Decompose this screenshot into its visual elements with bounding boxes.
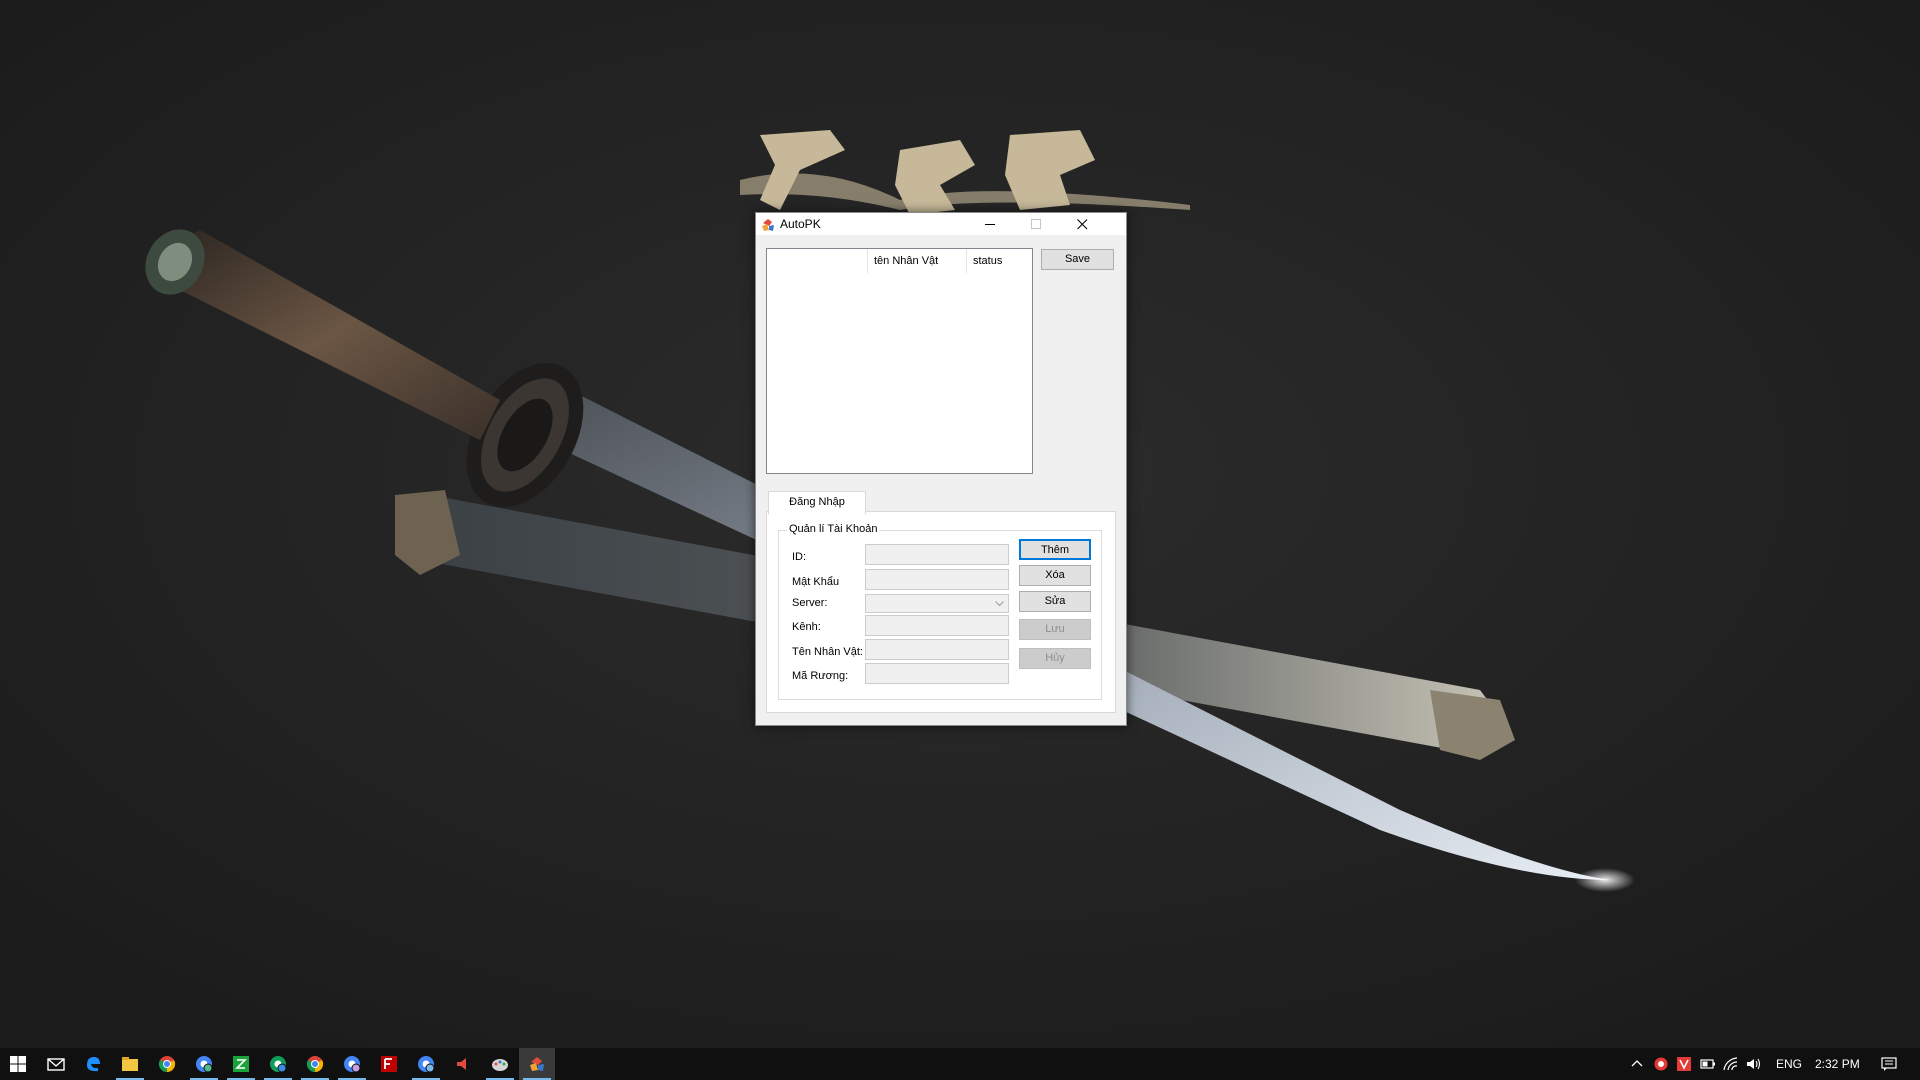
file-explorer-icon — [122, 1057, 138, 1071]
column-header-character-name[interactable]: tên Nhân Vật — [868, 249, 967, 273]
edit-button[interactable]: Sửa — [1019, 591, 1091, 612]
character-list[interactable]: tên Nhân Vật status — [766, 248, 1033, 474]
chevron-down-icon — [995, 601, 1004, 607]
character-name-label: Tên Nhân Vật: — [792, 646, 863, 658]
action-center-icon — [1881, 1057, 1897, 1071]
taskbar-green-app[interactable] — [223, 1048, 259, 1080]
taskbar-chrome-profile-2[interactable] — [260, 1048, 296, 1080]
tray-volume[interactable] — [1743, 1048, 1765, 1080]
group-title: Quản lí Tài Khoản — [787, 523, 880, 535]
taskbar-filezilla[interactable] — [371, 1048, 407, 1080]
volume-icon — [1747, 1058, 1761, 1070]
chest-code-label: Mã Rương: — [792, 670, 849, 682]
tray-antivirus[interactable] — [1651, 1048, 1673, 1080]
chest-code-input[interactable] — [865, 663, 1009, 684]
column-header-checkbox[interactable] — [767, 249, 868, 273]
id-input[interactable] — [865, 544, 1009, 565]
server-label: Server: — [792, 597, 828, 609]
server-dropdown[interactable] — [865, 594, 1009, 613]
taskbar-chrome-profile-1[interactable] — [186, 1048, 222, 1080]
action-center-button[interactable] — [1878, 1048, 1900, 1080]
taskbar: ENG 2:32 PM — [0, 1048, 1920, 1080]
tray-wifi[interactable] — [1720, 1048, 1742, 1080]
taskbar-file-explorer[interactable] — [112, 1048, 148, 1080]
tray-battery[interactable] — [1697, 1048, 1719, 1080]
taskbar-chrome-2[interactable] — [297, 1048, 333, 1080]
password-input[interactable] — [865, 569, 1009, 590]
channel-label: Kênh: — [792, 621, 821, 633]
taskbar-mail[interactable] — [38, 1048, 74, 1080]
app-logo-icon — [762, 219, 774, 231]
taskbar-edge[interactable] — [75, 1048, 111, 1080]
chrome-icon — [158, 1056, 176, 1073]
chrome-profile-icon — [344, 1056, 361, 1073]
password-label: Mật Khẩu — [792, 576, 840, 588]
window-title: AutoPK — [780, 217, 821, 231]
autopk-window: AutoPK tên Nhân Vật status Save Đăng Nhậ… — [755, 212, 1127, 726]
taskbar-chrome-profile-4[interactable] — [408, 1048, 444, 1080]
add-button[interactable]: Thêm — [1019, 539, 1091, 560]
taskbar-media-app[interactable] — [445, 1048, 481, 1080]
close-icon — [1077, 219, 1088, 230]
list-header: tên Nhân Vật status — [767, 249, 1032, 273]
minimize-button[interactable] — [968, 213, 1013, 235]
taskbar-paint[interactable] — [482, 1048, 518, 1080]
show-hidden-icons-button[interactable] — [1627, 1048, 1649, 1080]
title-bar[interactable]: AutoPK — [756, 213, 1126, 235]
character-name-input[interactable] — [865, 639, 1009, 660]
taskbar-chrome-profile-3[interactable] — [334, 1048, 370, 1080]
edge-icon — [87, 1057, 100, 1072]
login-tab-panel: Quản lí Tài Khoản ID: Mật Khẩu Server: K… — [766, 511, 1116, 713]
save-account-button[interactable]: Lưu — [1019, 619, 1091, 640]
vietkey-icon — [1677, 1057, 1691, 1071]
taskbar-autopk[interactable] — [519, 1048, 555, 1080]
maximize-button[interactable] — [1014, 213, 1059, 235]
save-button[interactable]: Save — [1041, 249, 1114, 270]
chrome-profile-icon — [196, 1056, 213, 1073]
start-icon — [10, 1056, 26, 1072]
channel-input[interactable] — [865, 615, 1009, 636]
antivirus-icon — [1654, 1057, 1668, 1071]
chrome-profile-icon — [270, 1056, 287, 1073]
input-language-indicator[interactable]: ENG — [1776, 1057, 1802, 1071]
taskbar-chrome[interactable] — [149, 1048, 185, 1080]
battery-icon — [1700, 1059, 1715, 1069]
mail-icon — [47, 1058, 65, 1071]
start-button[interactable] — [0, 1048, 36, 1080]
tray-vietkey[interactable] — [1674, 1048, 1696, 1080]
chrome-profile-icon — [418, 1056, 435, 1073]
tab-login[interactable]: Đăng Nhập — [768, 491, 866, 514]
delete-button[interactable]: Xóa — [1019, 565, 1091, 586]
filezilla-icon — [381, 1056, 397, 1072]
maximize-icon — [1031, 219, 1041, 229]
wifi-icon — [1723, 1057, 1738, 1071]
chrome-icon — [306, 1056, 324, 1073]
green-app-icon — [233, 1056, 249, 1072]
id-label: ID: — [792, 551, 807, 563]
clock[interactable]: 2:32 PM — [1815, 1057, 1860, 1071]
close-button[interactable] — [1060, 213, 1105, 235]
account-management-group: Quản lí Tài Khoản ID: Mật Khẩu Server: K… — [778, 523, 1102, 700]
paint-icon — [492, 1059, 508, 1071]
autopk-icon — [530, 1057, 544, 1071]
minimize-icon — [985, 224, 995, 225]
column-header-status[interactable]: status — [967, 249, 1032, 273]
chevron-up-icon — [1631, 1060, 1643, 1067]
media-app-icon — [457, 1058, 466, 1070]
cancel-button[interactable]: Hủy — [1019, 648, 1091, 669]
